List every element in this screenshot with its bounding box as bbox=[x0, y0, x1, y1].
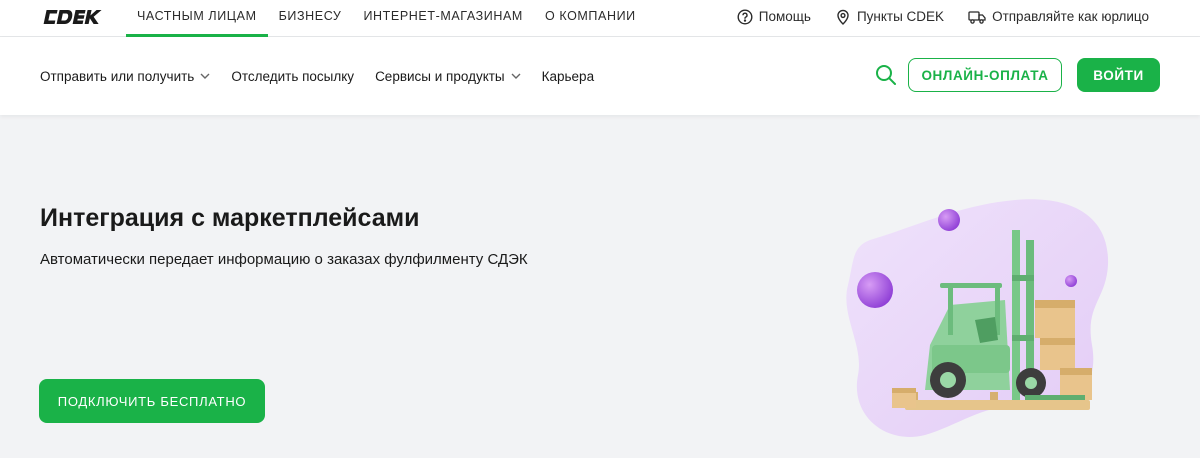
tab-about-company[interactable]: О КОМПАНИИ bbox=[534, 0, 647, 37]
pickup-points-label: Пункты CDEK bbox=[856, 9, 945, 24]
nav-send-or-receive[interactable]: Отправить или получить bbox=[40, 69, 210, 84]
cdek-logo[interactable] bbox=[39, 8, 103, 31]
nav-services-products-label: Сервисы и продукты bbox=[375, 68, 505, 84]
help-link[interactable]: Помощь bbox=[737, 8, 811, 25]
nav-send-or-receive-label: Отправить или получить bbox=[40, 68, 195, 84]
login-button[interactable]: ВОЙТИ bbox=[1077, 58, 1160, 92]
audience-tabs: ЧАСТНЫМ ЛИЦАМ БИЗНЕСУ ИНТЕРНЕТ-МАГАЗИНАМ… bbox=[126, 0, 647, 37]
nav-career[interactable]: Карьера bbox=[542, 69, 594, 84]
nav-services-products[interactable]: Сервисы и продукты bbox=[375, 69, 521, 84]
top-bar: ЧАСТНЫМ ЛИЦАМ БИЗНЕСУ ИНТЕРНЕТ-МАГАЗИНАМ… bbox=[0, 0, 1200, 37]
main-navigation: Отправить или получить Отследить посылку… bbox=[0, 37, 1200, 115]
truck-icon bbox=[968, 10, 986, 24]
nav-track-parcel[interactable]: Отследить посылку bbox=[231, 69, 354, 84]
legal-entity-label: Отправляйте как юрлицо bbox=[992, 9, 1149, 24]
chevron-down-icon bbox=[200, 73, 210, 79]
nav-track-parcel-label: Отследить посылку bbox=[231, 68, 355, 84]
search-icon bbox=[876, 65, 896, 85]
search-button[interactable] bbox=[874, 63, 898, 87]
hero-subtitle: Автоматически передает информацию о зака… bbox=[40, 251, 528, 268]
tab-private-persons[interactable]: ЧАСТНЫМ ЛИЦАМ bbox=[126, 0, 268, 37]
pickup-points-link[interactable]: Пункты CDEK bbox=[835, 9, 944, 25]
online-payment-button[interactable]: ОНЛАЙН-ОПЛАТА bbox=[908, 58, 1062, 92]
utility-links: Помощь Пункты CDEK Отправляйте как юрлиц… bbox=[737, 0, 1149, 33]
help-circle-icon bbox=[737, 8, 753, 25]
hero-title: Интеграция с маркетплейсами bbox=[40, 204, 420, 232]
forklift-illustration bbox=[830, 195, 1130, 445]
main-menu: Отправить или получить Отследить посылку… bbox=[40, 37, 594, 115]
tab-business[interactable]: БИЗНЕСУ bbox=[268, 0, 353, 37]
tab-online-shops[interactable]: ИНТЕРНЕТ-МАГАЗИНАМ bbox=[352, 0, 533, 37]
connect-free-button[interactable]: ПОДКЛЮЧИТЬ БЕСПЛАТНО bbox=[39, 379, 265, 423]
nav-career-label: Карьера bbox=[541, 68, 595, 84]
legal-entity-link[interactable]: Отправляйте как юрлицо bbox=[968, 9, 1149, 25]
chevron-down-icon bbox=[511, 73, 521, 79]
map-pin-icon bbox=[837, 9, 849, 25]
help-link-label: Помощь bbox=[758, 9, 811, 24]
